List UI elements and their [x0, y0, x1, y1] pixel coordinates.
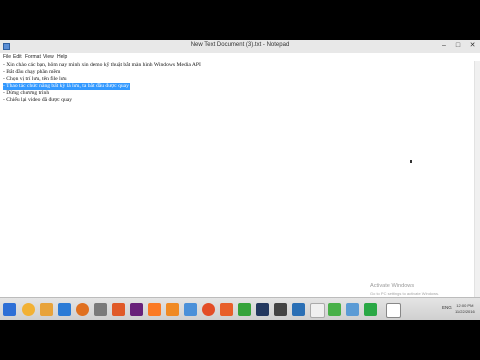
notepad-app-icon[interactable] [292, 303, 305, 316]
camtasia-icon[interactable] [328, 303, 341, 316]
menu-view[interactable]: View [43, 54, 54, 60]
text-line: - Chiếu lại video đã được quay [3, 97, 73, 103]
visual-studio-icon[interactable] [130, 303, 143, 316]
menu-file[interactable]: File [3, 54, 11, 60]
paint-icon[interactable] [184, 303, 197, 316]
window-titlebar[interactable]: New Text Document (3).txt - Notepad – □ … [0, 40, 480, 54]
activation-watermark-title: Activate Windows [370, 283, 415, 289]
activation-watermark-subtitle: Go to PC settings to activate Windows. [370, 291, 440, 296]
folder-icon[interactable] [40, 303, 53, 316]
menu-help[interactable]: Help [57, 54, 67, 60]
chrome-icon[interactable] [22, 303, 35, 316]
app-icon[interactable] [220, 303, 233, 316]
window-title: New Text Document (3).txt - Notepad [190, 42, 290, 48]
mouse-cursor [410, 160, 412, 163]
xampp-icon[interactable] [148, 303, 161, 316]
media-player-icon[interactable] [76, 303, 89, 316]
system-clock[interactable]: 12:00 PM 11/22/2016 [455, 303, 475, 315]
text-editor[interactable]: - Xin chào các bạn, hôm nay mình xin dem… [0, 61, 474, 300]
file-manager-icon[interactable] [94, 303, 107, 316]
menu-edit[interactable]: Edit [13, 54, 22, 60]
vlc-icon[interactable] [166, 303, 179, 316]
vertical-scrollbar[interactable] [474, 61, 480, 300]
ie-icon[interactable] [58, 303, 71, 316]
terminal-icon[interactable] [274, 303, 287, 316]
text-line: - Xin chào các bạn, hôm nay mình xin dem… [3, 62, 201, 68]
start-icon[interactable] [3, 303, 16, 316]
document-icon[interactable] [310, 303, 325, 318]
menu-format[interactable]: Format [25, 54, 41, 60]
text-line: - Bắt đầu chạy phần mềm [3, 69, 61, 75]
recorder-icon[interactable] [364, 303, 377, 316]
close-button[interactable]: ✕ [465, 40, 480, 52]
desktop-screen: New Text Document (3).txt - Notepad – □ … [0, 40, 480, 320]
firefox-icon[interactable] [202, 303, 215, 316]
language-indicator[interactable]: ENG [442, 305, 452, 310]
firefox-dev-icon[interactable] [112, 303, 125, 316]
photoshop-icon[interactable] [256, 303, 269, 316]
dreamweaver-icon[interactable] [238, 303, 251, 316]
taskbar: ENG 12:00 PM 11/22/2016 [0, 297, 480, 320]
clock-date: 11/22/2016 [455, 309, 475, 314]
maximize-button[interactable]: □ [451, 40, 465, 52]
text-line: - Chọn vị trí lưu, tên file lưu [3, 76, 67, 82]
skype-icon[interactable] [346, 303, 359, 316]
notepad-active-icon[interactable] [386, 303, 401, 318]
minimize-button[interactable]: – [437, 40, 451, 52]
text-line: - Dừng chương trình [3, 90, 50, 96]
selected-text-line: - Thao tác chức năng bất kỳ là lưu, ta b… [3, 83, 130, 90]
